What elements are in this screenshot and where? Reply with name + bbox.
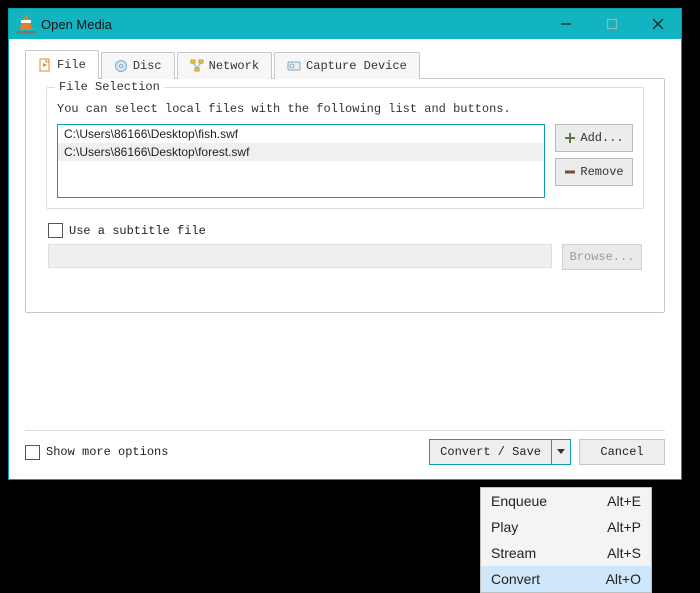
list-item[interactable]: C:\Users\86166\Desktop\fish.swf	[58, 125, 544, 143]
tab-disc-label: Disc	[133, 59, 162, 73]
capture-icon	[287, 59, 301, 73]
open-media-window: Open Media File Disc Network	[8, 8, 682, 480]
titlebar[interactable]: Open Media	[9, 9, 681, 39]
subtitle-path-input	[48, 244, 552, 268]
convert-save-label: Convert / Save	[430, 440, 551, 464]
tab-network-label: Network	[209, 59, 259, 73]
tab-panel-file: File Selection You can select local file…	[25, 78, 665, 313]
show-more-options-checkbox[interactable]	[25, 445, 40, 460]
tab-network[interactable]: Network	[177, 52, 272, 79]
menu-item[interactable]: PlayAlt+P	[481, 514, 651, 540]
disc-icon	[114, 59, 128, 73]
file-icon	[38, 58, 52, 72]
tab-file[interactable]: File	[25, 50, 99, 79]
subtitle-checkbox-label: Use a subtitle file	[69, 224, 206, 238]
menu-item[interactable]: StreamAlt+S	[481, 540, 651, 566]
menu-item-shortcut: Alt+S	[607, 545, 641, 561]
menu-item-label: Enqueue	[491, 493, 607, 509]
show-more-options-row: Show more options	[25, 445, 168, 460]
file-selection-description: You can select local files with the foll…	[57, 102, 633, 116]
tabstrip: File Disc Network Capture Device	[25, 51, 665, 79]
menu-item-label: Convert	[491, 571, 606, 587]
convert-save-dropdown-toggle[interactable]	[551, 440, 570, 464]
tab-file-label: File	[57, 58, 86, 72]
client-area: File Disc Network Capture Device File Se…	[9, 39, 681, 479]
footer: Show more options Convert / Save Cancel	[25, 430, 665, 465]
menu-item-shortcut: Alt+P	[607, 519, 641, 535]
cancel-button-label: Cancel	[600, 445, 643, 459]
menu-item-label: Stream	[491, 545, 607, 561]
file-list-buttons: Add... Remove	[555, 124, 633, 186]
file-selection-legend: File Selection	[55, 80, 164, 94]
vlc-icon	[17, 14, 35, 34]
menu-item[interactable]: ConvertAlt+O	[481, 566, 651, 592]
maximize-button[interactable]	[589, 9, 635, 39]
tab-capture-label: Capture Device	[306, 59, 407, 73]
cancel-button[interactable]: Cancel	[579, 439, 665, 465]
remove-button[interactable]: Remove	[555, 158, 633, 186]
window-title: Open Media	[41, 17, 543, 32]
close-button[interactable]	[635, 9, 681, 39]
network-icon	[190, 59, 204, 73]
subtitle-row: Use a subtitle file	[48, 223, 642, 238]
show-more-options-label: Show more options	[46, 445, 168, 459]
menu-item[interactable]: EnqueueAlt+E	[481, 488, 651, 514]
list-item[interactable]: C:\Users\86166\Desktop\forest.swf	[58, 143, 544, 161]
remove-button-label: Remove	[580, 165, 623, 179]
menu-item-shortcut: Alt+E	[607, 493, 641, 509]
file-list[interactable]: C:\Users\86166\Desktop\fish.swfC:\Users\…	[57, 124, 545, 198]
file-selection-group: File Selection You can select local file…	[46, 87, 644, 209]
add-button[interactable]: Add...	[555, 124, 633, 152]
subtitle-checkbox[interactable]	[48, 223, 63, 238]
convert-save-menu[interactable]: EnqueueAlt+EPlayAlt+PStreamAlt+SConvertA…	[480, 487, 652, 593]
browse-button-label: Browse...	[570, 250, 635, 264]
tab-capture[interactable]: Capture Device	[274, 52, 420, 79]
minimize-button[interactable]	[543, 9, 589, 39]
menu-item-shortcut: Alt+O	[606, 571, 641, 587]
separator	[25, 430, 665, 431]
caret-down-icon	[557, 449, 565, 455]
convert-save-button[interactable]: Convert / Save	[429, 439, 571, 465]
menu-item-label: Play	[491, 519, 607, 535]
tab-disc[interactable]: Disc	[101, 52, 175, 79]
add-button-label: Add...	[580, 131, 623, 145]
plus-icon	[564, 132, 576, 144]
browse-button: Browse...	[562, 244, 642, 270]
minus-icon	[564, 166, 576, 178]
